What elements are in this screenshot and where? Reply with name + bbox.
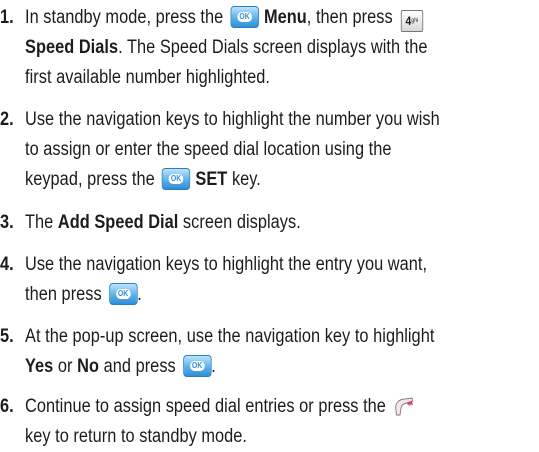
step-number: 3. (0, 212, 14, 233)
step-line: Use the navigation keys to highlight the… (25, 109, 440, 130)
ok-key-icon: OK (230, 6, 259, 28)
step-text: Continue to assign speed dial entries or… (25, 392, 533, 452)
step-line: keypad, press the OK SET key. (25, 168, 261, 190)
step-text: Use the navigation keys to highlight the… (25, 250, 533, 310)
step-line: Use the navigation keys to highlight the… (25, 254, 428, 275)
step-line: At the pop-up screen, use the navigation… (25, 326, 435, 347)
step-number: 6. (0, 396, 14, 417)
step-line: The Add Speed Dial screen displays. (25, 212, 301, 233)
step-line: key to return to standby mode. (25, 426, 248, 447)
step-number: 2. (0, 109, 14, 130)
step-line: first available number highlighted. (25, 67, 270, 88)
ok-key-icon: OK (108, 283, 138, 305)
step-text: Use the navigation keys to highlight the… (25, 105, 533, 195)
step-line: In standby mode, press the OK Menu, then … (25, 3, 533, 33)
step-line: Speed Dials. The Speed Dials screen disp… (25, 37, 428, 58)
ok-key-icon: OK (182, 355, 212, 377)
step-line: Continue to assign speed dial entries or… (25, 392, 533, 422)
svg-text:END: END (405, 404, 413, 408)
four-key-icon: 4ghi (400, 10, 424, 32)
step-number: 1. (0, 7, 14, 28)
step-text: The Add Speed Dial screen displays. (25, 208, 533, 238)
end-key-icon: END (395, 397, 414, 416)
step-line: then press OK. (25, 283, 142, 305)
step-text: At the pop-up screen, use the navigation… (25, 322, 533, 382)
step-line: Yes or No and press OK. (25, 355, 216, 377)
step-number: 4. (0, 254, 14, 275)
step-line: to assign or enter the speed dial locati… (25, 139, 392, 160)
step-number: 5. (0, 326, 14, 347)
step-text: In standby mode, press the OK Menu, then … (25, 3, 533, 93)
ok-key-icon: OK (161, 168, 191, 190)
